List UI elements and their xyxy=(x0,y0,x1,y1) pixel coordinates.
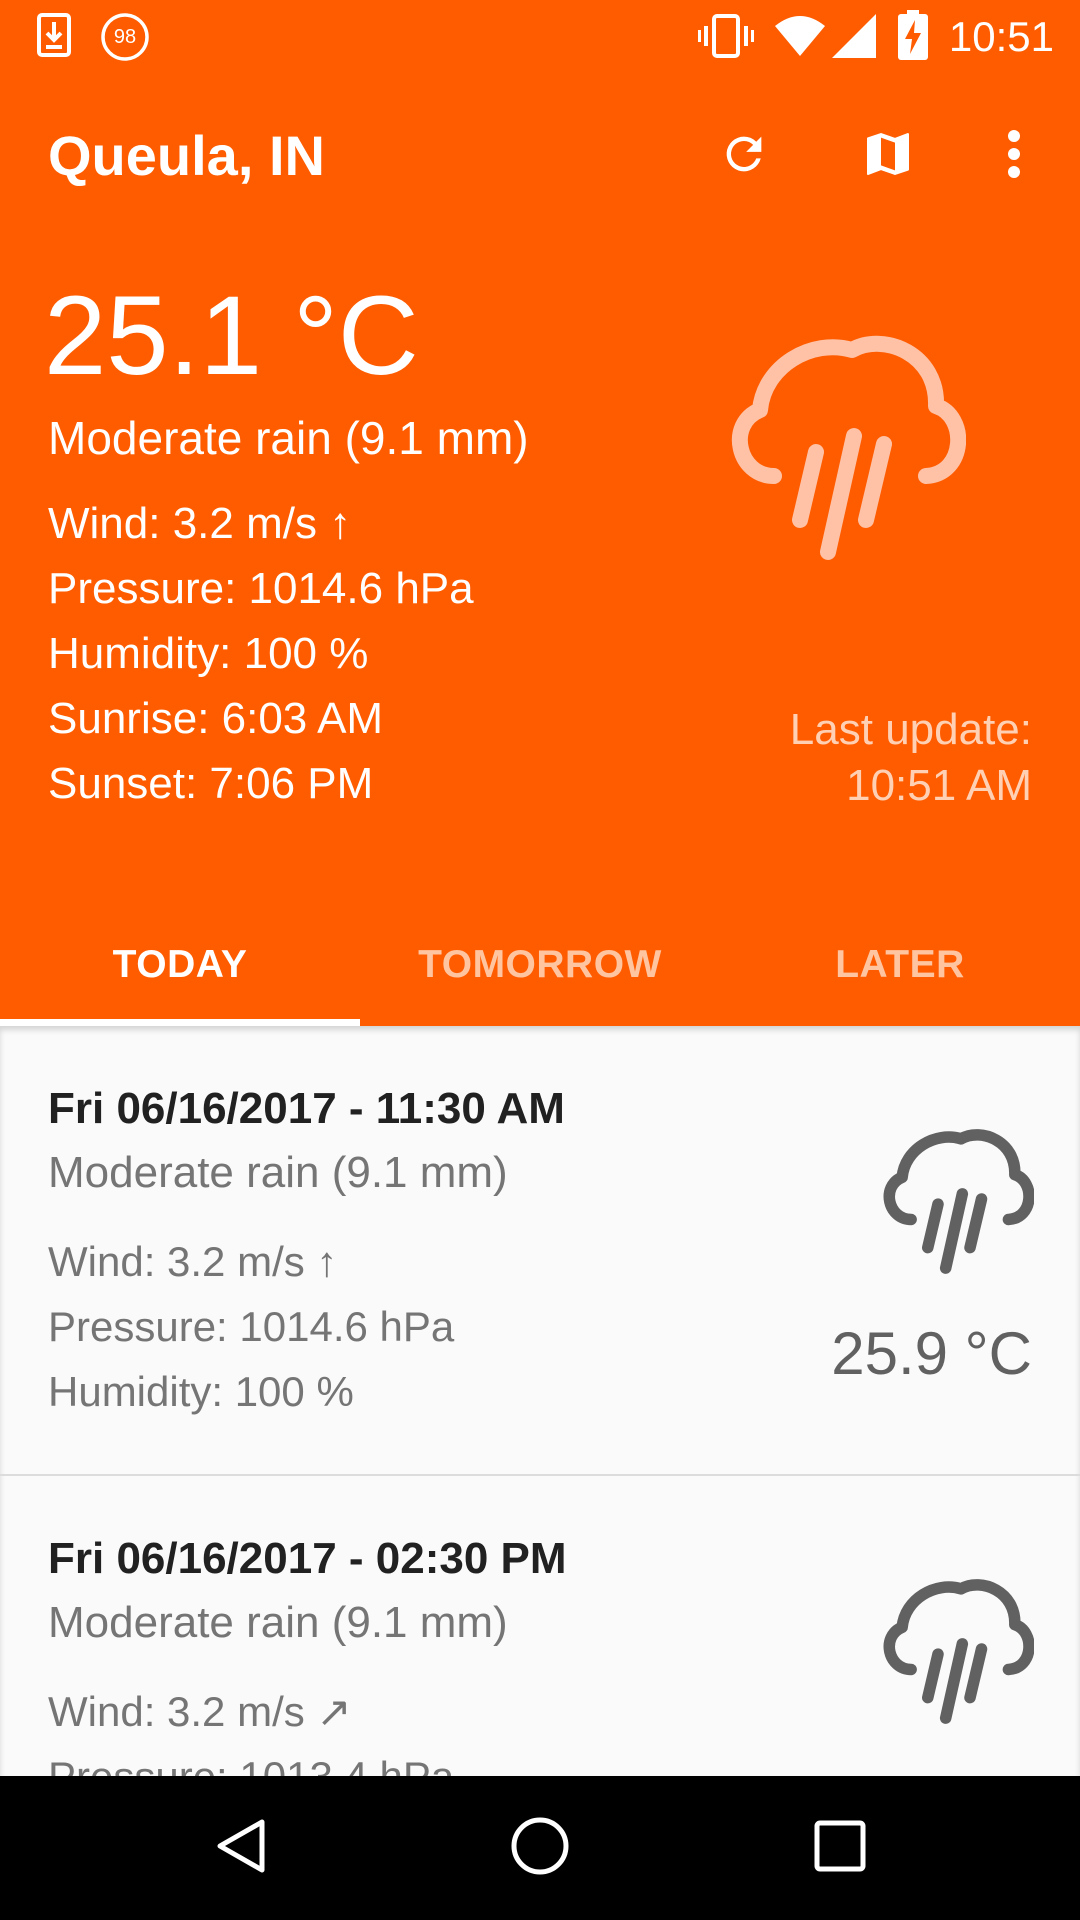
tab-tomorrow[interactable]: TOMORROW xyxy=(360,920,720,1026)
forecast-list[interactable]: Fri 06/16/2017 - 11:30 AM Moderate rain … xyxy=(0,1026,1080,1776)
forecast-details: Wind: 3.2 m/s ↑ Pressure: 1014.6 hPa Hum… xyxy=(48,1234,454,1429)
forecast-wind: Wind: 3.2 m/s ↗ xyxy=(48,1688,352,1735)
weather-app-screen: 98 10:51 Queula, IN 25.1 °C Moderate rai… xyxy=(0,0,1080,1920)
status-bar: 98 10:51 xyxy=(0,0,1080,75)
rain-cloud-icon xyxy=(716,324,967,569)
more-vert-icon xyxy=(1004,128,1024,185)
tab-later-label: LATER xyxy=(835,943,965,986)
map-icon xyxy=(860,126,916,187)
vibrate-icon xyxy=(698,12,754,65)
last-update: Last update: 10:51 AM xyxy=(790,702,1032,814)
rain-cloud-icon xyxy=(874,1122,1035,1281)
download-icon xyxy=(36,12,72,63)
forecast-description: Moderate rain (9.1 mm) xyxy=(48,1598,508,1647)
last-update-time: 10:51 AM xyxy=(846,761,1032,810)
list-item[interactable]: Fri 06/16/2017 - 02:30 PM Moderate rain … xyxy=(0,1476,1080,1776)
current-sunrise: Sunrise: 6:03 AM xyxy=(48,694,384,743)
back-icon xyxy=(212,1816,268,1881)
tab-today-label: TODAY xyxy=(112,943,248,986)
current-wind: Wind: 3.2 m/s ↑ xyxy=(48,499,352,548)
signal-icon xyxy=(832,14,876,63)
wifi-icon xyxy=(774,14,826,63)
home-button[interactable] xyxy=(500,1808,580,1888)
list-item[interactable]: Fri 06/16/2017 - 11:30 AM Moderate rain … xyxy=(0,1026,1080,1476)
system-nav-bar xyxy=(0,1776,1080,1920)
refresh-button[interactable] xyxy=(708,120,780,192)
back-button[interactable] xyxy=(200,1808,280,1888)
forecast-pressure: Pressure: 1014.6 hPa xyxy=(48,1303,455,1350)
forecast-datetime: Fri 06/16/2017 - 11:30 AM xyxy=(48,1084,565,1133)
status-time: 10:51 xyxy=(948,13,1054,60)
badge-icon: 98 xyxy=(100,12,150,62)
recents-icon xyxy=(814,1820,866,1877)
current-sunset: Sunset: 7:06 PM xyxy=(48,759,374,808)
forecast-description: Moderate rain (9.1 mm) xyxy=(48,1148,508,1197)
forecast-pressure: Pressure: 1013.4 hPa xyxy=(48,1749,454,1776)
notification-count: 98 xyxy=(113,26,137,48)
current-temperature: 25.1 °C xyxy=(44,273,419,398)
forecast-temperature: 25.9 °C xyxy=(831,1320,1032,1387)
location-title: Queula, IN xyxy=(48,124,325,187)
current-pressure: Pressure: 1014.6 hPa xyxy=(48,564,474,613)
forecast-datetime: Fri 06/16/2017 - 02:30 PM xyxy=(48,1534,567,1583)
tab-indicator xyxy=(0,1019,360,1026)
forecast-humidity: Humidity: 100 % xyxy=(48,1368,354,1415)
forecast-wind: Wind: 3.2 m/s ↑ xyxy=(48,1238,338,1285)
forecast-tabs: TODAY TOMORROW LATER xyxy=(0,920,1080,1026)
overflow-menu-button[interactable] xyxy=(978,120,1050,192)
battery-charging-icon xyxy=(898,10,928,65)
tab-today[interactable]: TODAY xyxy=(0,920,360,1026)
recents-button[interactable] xyxy=(800,1808,880,1888)
forecast-details: Wind: 3.2 m/s ↗ Pressure: 1013.4 hPa xyxy=(48,1684,454,1776)
refresh-icon xyxy=(718,128,770,185)
map-button[interactable] xyxy=(852,120,924,192)
home-icon xyxy=(510,1816,570,1881)
last-update-label: Last update: xyxy=(789,705,1032,754)
tab-later[interactable]: LATER xyxy=(720,920,1080,1026)
rain-cloud-icon xyxy=(874,1572,1035,1731)
tab-tomorrow-label: TOMORROW xyxy=(418,943,662,986)
current-description: Moderate rain (9.1 mm) xyxy=(48,412,529,464)
current-weather-header: 98 10:51 Queula, IN 25.1 °C Moderate rai… xyxy=(0,0,1080,1026)
current-details: Wind: 3.2 m/s ↑ Pressure: 1014.6 hPa Hum… xyxy=(48,496,474,821)
current-humidity: Humidity: 100 % xyxy=(48,629,369,678)
